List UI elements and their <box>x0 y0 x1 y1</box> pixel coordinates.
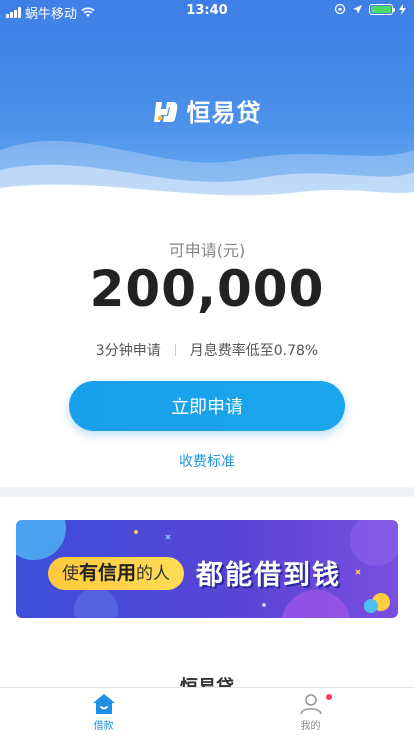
brand: 恒易贷 <box>0 93 414 128</box>
tab-bar: 借款 我的 <box>0 687 414 736</box>
tab-loan-label: 借款 <box>93 720 114 732</box>
orientation-lock-icon <box>334 3 346 15</box>
user-icon <box>299 693 322 714</box>
amount-label: 可申请(元) <box>168 241 246 260</box>
fee-standard-link[interactable]: 收费标准 <box>0 451 414 471</box>
banner-headline: 都能借到钱 <box>196 560 341 591</box>
tab-loan[interactable]: 借款 <box>0 688 207 736</box>
feature-apply-time: 3分钟申请 <box>95 343 161 359</box>
banner-bold: 有信用 <box>79 562 137 584</box>
feature-row: 3分钟申请 月息费率低至0.78% <box>0 340 414 360</box>
header: 蜗牛移动 13:40 恒易贷 <box>0 0 414 210</box>
tab-mine[interactable]: 我的 <box>207 688 414 736</box>
feature-rate: 月息费率低至0.78% <box>189 343 319 359</box>
app-name: 恒易贷 <box>186 99 262 127</box>
loan-card: 可申请(元) 200,000 3分钟申请 月息费率低至0.78% 立即申请 收费… <box>0 205 414 487</box>
battery-icon <box>369 3 395 15</box>
loan-amount: 200,000 <box>89 260 325 318</box>
lower-section: 使有信用的人 都能借到钱 恒易贷 <box>0 497 414 687</box>
status-right <box>334 3 406 15</box>
banner-suffix: 的人 <box>136 564 171 584</box>
tab-mine-label: 我的 <box>300 720 321 732</box>
location-icon <box>353 4 362 14</box>
section-title: 恒易贷 <box>0 673 414 687</box>
banner-pill: 使有信用的人 <box>48 557 185 590</box>
promo-banner[interactable]: 使有信用的人 都能借到钱 <box>16 520 398 618</box>
feature-divider <box>174 344 176 356</box>
home-icon <box>92 693 115 714</box>
status-bar: 蜗牛移动 13:40 <box>0 0 414 22</box>
apply-now-button[interactable]: 立即申请 <box>69 381 345 431</box>
charging-icon <box>399 3 406 15</box>
banner-prefix: 使 <box>62 564 79 584</box>
brand-logo-icon <box>153 101 177 122</box>
notification-badge <box>326 694 332 700</box>
